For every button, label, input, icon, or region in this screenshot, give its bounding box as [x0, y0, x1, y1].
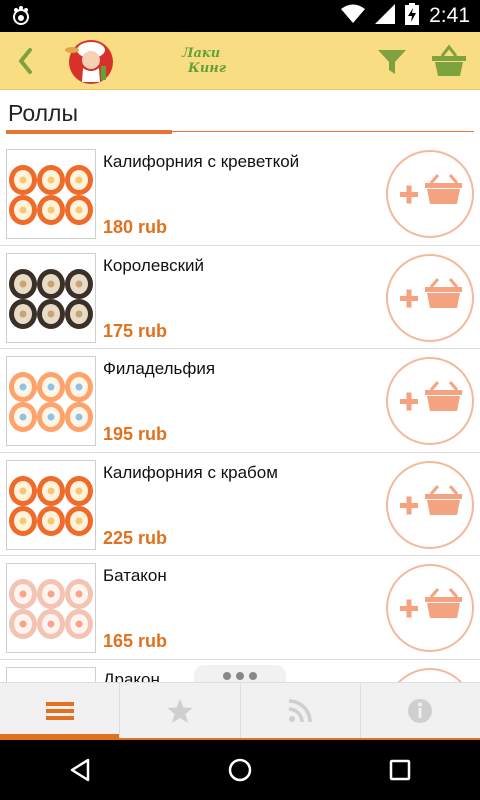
- section-underline: [6, 130, 172, 134]
- add-to-basket-button[interactable]: [386, 564, 474, 652]
- list-item[interactable]: Королевский 175 rub: [0, 246, 480, 349]
- product-name: Филадельфия: [103, 359, 216, 378]
- add-to-basket-button[interactable]: [386, 460, 474, 549]
- add-basket-icon: [400, 588, 462, 618]
- product-name: Королевский: [103, 255, 205, 275]
- product-list[interactable]: Калифорния с креветкой 180 rub Королевск…: [0, 142, 480, 682]
- recents-square-icon[interactable]: [370, 740, 430, 800]
- battery-charging-icon: [405, 2, 420, 30]
- add-basket-icon: [400, 484, 462, 515]
- back-triangle-icon[interactable]: [50, 740, 110, 800]
- list-item[interactable]: Филадельфия 195 rub: [0, 349, 480, 453]
- list-item[interactable]: Батакон 165 rub: [0, 556, 480, 660]
- product-price: 175 rub: [103, 320, 168, 341]
- product-name: Калифорния с креветкой: [103, 152, 300, 171]
- roll-image-icon: [9, 165, 93, 225]
- product-price: 165 rub: [103, 631, 168, 651]
- list-item[interactable]: Калифорния с крабом 225 rub: [0, 453, 480, 556]
- clock: 2:41: [429, 4, 470, 27]
- menu-icon: [45, 701, 74, 720]
- cat-paw-icon: [10, 5, 32, 32]
- info-icon: [408, 698, 433, 723]
- add-to-basket-button[interactable]: [386, 357, 474, 445]
- product-image: [6, 459, 96, 550]
- tab-info[interactable]: [361, 683, 480, 738]
- product-image: [6, 666, 96, 683]
- wifi-icon: [341, 4, 366, 29]
- product-image: [6, 149, 96, 239]
- section-title: Роллы: [8, 100, 78, 126]
- product-name: Батакон: [103, 566, 167, 585]
- roll-image-icon: [9, 268, 93, 329]
- star-icon: [167, 698, 193, 723]
- bottom-tab-bar: [0, 682, 480, 738]
- roll-image-icon: [9, 372, 93, 432]
- filter-icon[interactable]: [376, 46, 408, 78]
- home-circle-icon[interactable]: [210, 740, 270, 800]
- product-price: 180 rub: [103, 217, 168, 237]
- product-name: Дракон: [103, 669, 160, 683]
- tab-news[interactable]: [241, 683, 361, 738]
- add-to-basket-button[interactable]: [386, 253, 474, 342]
- signal-icon: [375, 3, 396, 29]
- handle-dot: [223, 672, 231, 680]
- product-price: 225 rub: [103, 527, 168, 548]
- chef-logo-icon: [65, 40, 113, 84]
- product-name: Калифорния с крабом: [103, 462, 278, 482]
- product-price: 195 rub: [103, 424, 168, 444]
- handle-dot: [236, 672, 244, 680]
- tab-favorites[interactable]: [120, 683, 241, 738]
- status-bar: 2:41: [0, 0, 480, 32]
- product-image: [6, 563, 96, 653]
- handle-dot: [249, 672, 257, 680]
- roll-image-icon: [9, 579, 93, 639]
- lucky-king-logo[interactable]: Лаки Кинг: [64, 36, 226, 86]
- add-basket-icon: [388, 670, 476, 683]
- product-image: [6, 252, 96, 343]
- roll-image-icon: [9, 475, 93, 536]
- system-nav-bar: [0, 740, 480, 800]
- add-basket-icon: [400, 174, 462, 204]
- back-chevron-icon[interactable]: [12, 44, 38, 78]
- add-to-basket-button[interactable]: [386, 667, 476, 683]
- logo-text: Лаки Кинг: [182, 46, 226, 76]
- add-to-basket-button[interactable]: [386, 150, 474, 238]
- add-basket-icon: [400, 277, 462, 308]
- list-item[interactable]: Калифорния с креветкой 180 rub: [0, 142, 480, 246]
- product-image: [6, 356, 96, 446]
- app-bar: Лаки Кинг: [0, 32, 480, 90]
- logo-line1: Лаки: [182, 46, 221, 61]
- roll-image-icon: [7, 668, 95, 683]
- tab-menu[interactable]: [0, 683, 121, 738]
- add-basket-icon: [400, 381, 462, 411]
- logo-line2: Кинг: [188, 61, 227, 76]
- basket-icon[interactable]: [430, 44, 468, 78]
- rss-icon: [288, 698, 312, 722]
